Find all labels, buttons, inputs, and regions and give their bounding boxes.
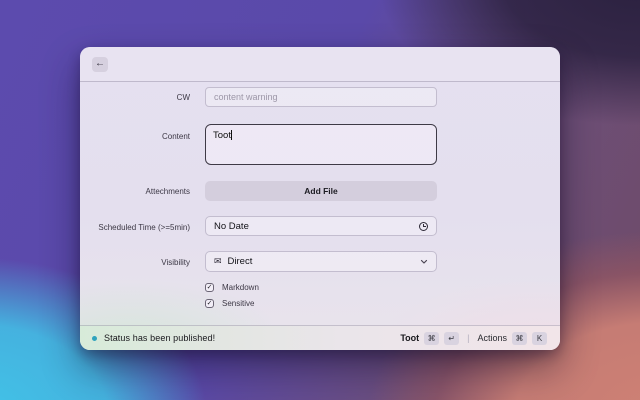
attachments-row: Attechments Add File [80, 181, 560, 201]
k-key-badge[interactable]: K [532, 331, 547, 345]
toot-compose-window: ← CW Content Toot Attechments Add File [80, 47, 560, 350]
content-row: Content Toot [80, 124, 560, 165]
cw-label: CW [176, 93, 190, 102]
statusbar-shortcuts: Toot ⌘ ↵ | Actions ⌘ K [400, 331, 547, 345]
titlebar: ← [80, 47, 560, 82]
toot-action-label: Toot [400, 333, 420, 343]
status-bar: Status has been published! Toot ⌘ ↵ | Ac… [80, 325, 560, 350]
back-arrow-icon: ← [95, 58, 105, 69]
check-icon: ✓ [206, 300, 213, 307]
clock-icon [419, 221, 428, 231]
scheduled-time-row: Scheduled Time (>=5min) No Date [80, 216, 560, 236]
visibility-row: Visibility ✉ Direct [80, 251, 560, 272]
scheduled-time-value: No Date [214, 220, 249, 232]
sensitive-checkbox[interactable]: ✓ [205, 299, 214, 308]
back-button[interactable]: ← [92, 56, 108, 72]
markdown-checkbox[interactable]: ✓ [205, 283, 214, 292]
visibility-label: Visibility [161, 258, 190, 267]
sensitive-checkbox-label: Sensitive [222, 299, 255, 308]
actions-label: Actions [477, 333, 507, 343]
sensitive-checkbox-row: ✓ Sensitive [205, 299, 560, 308]
text-cursor [231, 130, 233, 140]
status-message: Status has been published! [104, 333, 216, 343]
envelope-icon: ✉ [214, 256, 222, 266]
chevron-down-icon [420, 259, 428, 265]
shortcut-separator: | [467, 333, 470, 343]
check-icon: ✓ [206, 284, 213, 291]
markdown-checkbox-label: Markdown [222, 283, 259, 292]
attachments-label: Attechments [145, 187, 190, 196]
content-label: Content [161, 132, 190, 141]
command-key-badge[interactable]: ⌘ [424, 331, 440, 345]
visibility-value: Direct [227, 256, 253, 267]
add-file-button[interactable]: Add File [205, 181, 437, 201]
visibility-select[interactable]: ✉ Direct [205, 251, 437, 272]
command-key-badge[interactable]: ⌘ [512, 331, 527, 345]
content-warning-input[interactable] [205, 87, 437, 107]
content-text: Toot [213, 130, 231, 141]
desktop-background: ← CW Content Toot Attechments Add File [0, 0, 640, 400]
scheduled-time-field[interactable]: No Date [205, 216, 437, 236]
markdown-checkbox-row: ✓ Markdown [205, 283, 560, 292]
status-dot-icon [92, 335, 97, 341]
return-key-badge[interactable]: ↵ [444, 331, 460, 345]
scheduled-time-label: Scheduled Time (>=5min) [98, 223, 190, 232]
cw-row: CW [80, 87, 560, 107]
compose-form: CW Content Toot Attechments Add File Sch… [80, 82, 560, 325]
content-textarea[interactable]: Toot [205, 124, 437, 165]
